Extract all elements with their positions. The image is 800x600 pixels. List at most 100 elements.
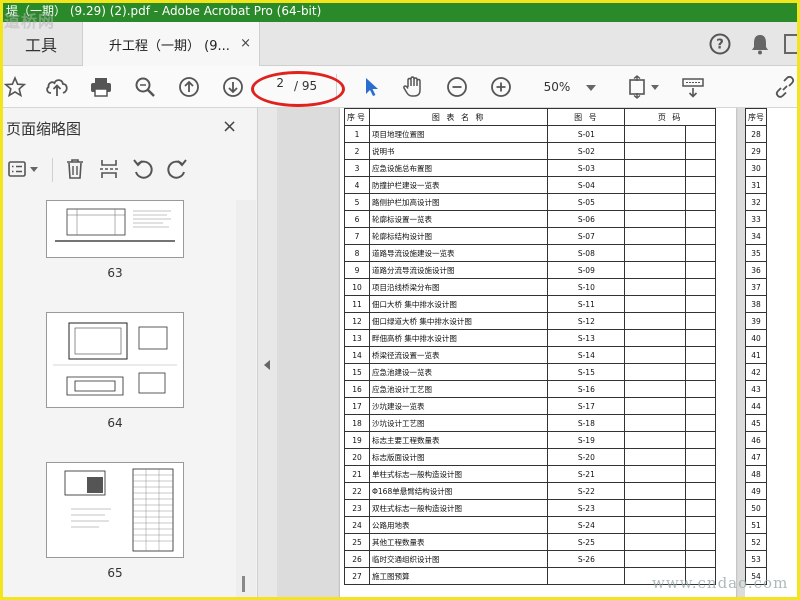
table-row: 6 轮廓标设置一览表 S-06	[344, 210, 716, 228]
zoom-level-value: 50%	[543, 80, 571, 94]
contents-table-body: 1 项目地理位置图 S-01 2 说明书 S-02 3 应急设施总布置图 S-03 4 防撞护栏建设…	[344, 125, 716, 585]
table-row: 32	[745, 193, 767, 211]
insert-page-icon[interactable]	[96, 156, 122, 182]
rotate-right-icon[interactable]	[164, 156, 190, 182]
row-page	[624, 431, 687, 449]
zoom-search-icon[interactable]	[132, 74, 158, 100]
table-header-row: 序号 图 表 名 称 图 号 页 码	[344, 108, 716, 126]
table-row: 29	[745, 142, 767, 160]
row-name: 标志主要工程数量表	[368, 431, 549, 449]
page-thumbnail[interactable]	[46, 462, 184, 558]
table-row: 15 应急池建设一览表 S-15	[344, 363, 716, 381]
select-cursor-icon[interactable]	[358, 74, 384, 100]
row-name: 标志版面设计图	[368, 448, 549, 466]
tab-document[interactable]: 升工程（一期） (9... ×	[82, 22, 260, 66]
row-code: S-04	[547, 176, 626, 194]
bell-icon[interactable]	[748, 32, 772, 56]
page-thumbnail[interactable]	[46, 312, 184, 408]
fit-page-icon[interactable]	[626, 74, 662, 100]
row-number: 37	[745, 278, 767, 296]
contents-table-continued-body: 28 29 30 31 32 33 34 35 36 37 38 39 40 41 42 43 44 45 46 47…	[745, 125, 767, 585]
row-name: 沙坑建设一览表	[368, 397, 549, 415]
row-number: 50	[745, 499, 767, 517]
row-extra	[685, 227, 716, 245]
delete-trash-icon[interactable]	[62, 156, 88, 182]
previous-page-icon[interactable]	[176, 74, 202, 100]
scrollbar-thumb[interactable]	[242, 576, 245, 592]
row-name: 应急池设计工艺图	[368, 380, 549, 398]
bookmark-star-icon[interactable]	[2, 74, 28, 100]
row-name: 单柱式标志一般构造设计图	[368, 465, 549, 483]
page-thumbnail[interactable]	[46, 200, 184, 258]
table-row: 37	[745, 278, 767, 296]
table-row: 11 佃口大桥 集中排水设计图 S-11	[344, 295, 716, 313]
collapse-panel-handle[interactable]	[259, 108, 277, 600]
row-number: 33	[745, 210, 767, 228]
table-row: 46	[745, 431, 767, 449]
row-number: 8	[344, 244, 370, 262]
row-code: S-10	[547, 278, 626, 296]
table-row: 22 Φ168单悬臂结构设计图 S-22	[344, 482, 716, 500]
zoom-out-icon[interactable]	[444, 74, 470, 100]
page-number-input[interactable]: 2	[258, 76, 288, 96]
zoom-level-select[interactable]: 50%	[534, 76, 606, 98]
keyboard-scroll-icon[interactable]	[680, 74, 706, 100]
thumbnail-list: 63 64 65	[0, 200, 236, 600]
table-row: 53	[745, 550, 767, 568]
chevron-down-icon	[586, 80, 596, 94]
table-row: 2 说明书 S-02	[344, 142, 716, 160]
row-number: 51	[745, 516, 767, 534]
row-page	[624, 312, 687, 330]
table-row: 41	[745, 346, 767, 364]
header-no: 序号	[344, 108, 370, 126]
row-number: 3	[344, 159, 370, 177]
table-row: 23 双柱式标志一般构造设计图 S-23	[344, 499, 716, 517]
row-code: S-05	[547, 193, 626, 211]
print-icon[interactable]	[88, 74, 114, 100]
row-code: S-24	[547, 516, 626, 534]
row-code: S-13	[547, 329, 626, 347]
help-icon[interactable]: ?	[708, 32, 732, 56]
contents-table-continued: 序号 28 29 30 31 32 33 34 35 36 37 38 39 40 41 42 43 44 45 4…	[745, 108, 767, 585]
close-panel-icon[interactable]: ×	[222, 116, 237, 137]
row-number: 25	[344, 533, 370, 551]
pdf-page: 序号 图 表 名 称 图 号 页 码 1 项目地理位置图 S-01 2 说明书 S-02 3…	[340, 108, 736, 600]
row-code: S-26	[547, 550, 626, 568]
row-number: 47	[745, 448, 767, 466]
row-number: 2	[344, 142, 370, 160]
table-row: 19 标志主要工程数量表 S-19	[344, 431, 716, 449]
close-tab-icon[interactable]: ×	[240, 36, 251, 51]
row-extra	[685, 397, 716, 415]
upload-cloud-icon[interactable]	[44, 74, 70, 100]
row-name: 双柱式标志一般构造设计图	[368, 499, 549, 517]
hand-tool-icon[interactable]	[400, 74, 426, 100]
header-code: 图 号	[547, 108, 626, 126]
thumbnail-scrollbar[interactable]	[236, 200, 256, 600]
row-number: 23	[344, 499, 370, 517]
panel-divider	[52, 158, 53, 182]
row-code: S-08	[547, 244, 626, 262]
next-page-icon[interactable]	[220, 74, 246, 100]
row-number: 30	[745, 159, 767, 177]
row-name: 佃口绿道大桥 集中排水设计图	[368, 312, 549, 330]
document-viewer[interactable]: 序号 图 表 名 称 图 号 页 码 1 项目地理位置图 S-01 2 说明书 S-02 3…	[277, 108, 800, 600]
row-number: 53	[745, 550, 767, 568]
row-extra	[685, 516, 716, 534]
zoom-in-icon[interactable]	[488, 74, 514, 100]
row-number: 38	[745, 295, 767, 313]
row-name: 畔佃高桥 集中排水设计图	[368, 329, 549, 347]
row-number: 49	[745, 482, 767, 500]
thumbnail-options-icon[interactable]	[6, 156, 42, 182]
row-number: 24	[344, 516, 370, 534]
link-icon[interactable]	[772, 74, 798, 100]
tab-document-label: 升工程（一期） (9...	[109, 38, 230, 54]
row-number: 4	[344, 176, 370, 194]
svg-text:?: ?	[716, 38, 724, 53]
row-page	[624, 193, 687, 211]
rotate-left-icon[interactable]	[130, 156, 156, 182]
profile-icon[interactable]	[780, 32, 800, 56]
row-extra	[685, 261, 716, 279]
table-row: 42	[745, 363, 767, 381]
row-code: S-19	[547, 431, 626, 449]
tab-row: 工具 升工程（一期） (9... × ?	[0, 22, 800, 66]
